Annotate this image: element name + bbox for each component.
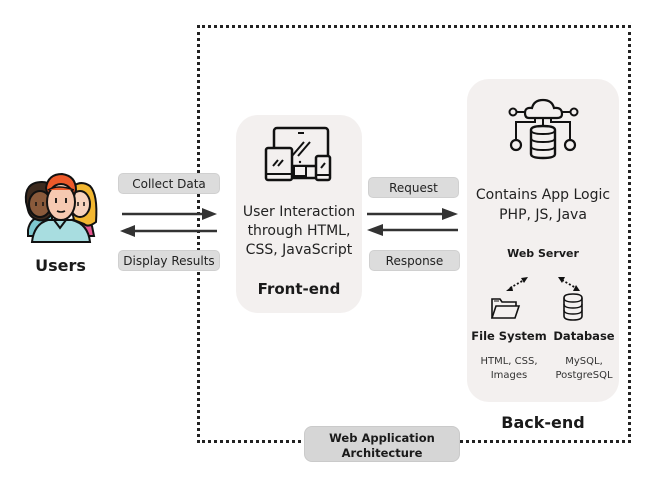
- users-label: Users: [35, 256, 86, 275]
- diagram-title-text: Web Application Architecture: [305, 431, 459, 461]
- frontend-description-line: CSS, JavaScript: [245, 242, 353, 258]
- database-icon: [563, 293, 583, 321]
- file-system-label: File System: [471, 329, 547, 343]
- database-label: Database: [553, 329, 615, 343]
- diagram-title-line: Web Application: [329, 431, 435, 445]
- multi-device-icon: [264, 126, 332, 182]
- backend-description-line: Contains App Logic: [475, 187, 611, 203]
- frontend-card: User Interaction through HTML, CSS, Java…: [236, 115, 362, 313]
- request-label: Request: [368, 177, 459, 198]
- response-arrow-frontend-to-users: [120, 225, 217, 237]
- backend-description-line: PHP, JS, Java: [499, 207, 587, 223]
- database-detail-line: MySQL,: [565, 356, 603, 367]
- users-node: Users: [18, 170, 103, 280]
- backend-description: Contains App Logic PHP, JS, Java: [467, 185, 619, 225]
- diagram-title-line: Architecture: [341, 446, 423, 460]
- users-group-icon: [24, 172, 98, 243]
- file-system-detail-line: Images: [490, 370, 528, 381]
- display-results-label: Display Results: [118, 250, 220, 271]
- frontend-description-line: through HTML,: [247, 223, 351, 239]
- database-detail-line: PostgreSQL: [555, 370, 613, 381]
- request-arrow-users-to-frontend: [122, 208, 217, 220]
- file-system-exchange-icon: [506, 277, 528, 291]
- web-server-label: Web Server: [507, 247, 579, 260]
- database-exchange-icon: [558, 277, 580, 291]
- backend-card: Contains App Logic PHP, JS, Java Web Ser…: [467, 79, 619, 402]
- database-details: MySQL, PostgreSQL: [549, 355, 619, 383]
- frontend-description: User Interaction through HTML, CSS, Java…: [236, 203, 362, 260]
- cloud-database-network-icon: [508, 98, 579, 160]
- frontend-label: Front-end: [257, 280, 341, 298]
- folder-icon: [490, 298, 521, 319]
- response-arrow-backend-to-frontend: [367, 224, 458, 236]
- response-label: Response: [369, 250, 460, 271]
- file-system-details: HTML, CSS, Images: [471, 355, 547, 383]
- frontend-description-line: User Interaction: [242, 204, 356, 220]
- file-system-detail-line: HTML, CSS,: [480, 356, 538, 367]
- collect-data-label: Collect Data: [118, 173, 220, 194]
- backend-label: Back-end: [501, 413, 585, 432]
- request-arrow-frontend-to-backend: [367, 208, 458, 220]
- diagram-title: Web Application Architecture: [304, 426, 460, 462]
